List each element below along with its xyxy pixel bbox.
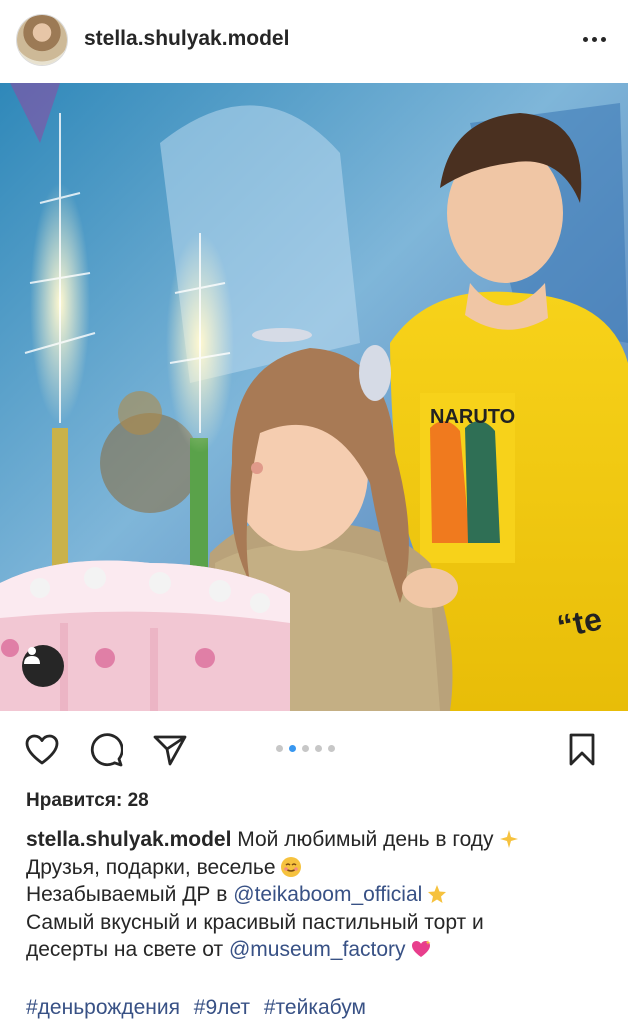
post-photo[interactable]: NARUTO “te (0, 83, 628, 711)
carousel-dot[interactable] (302, 745, 309, 752)
avatar[interactable] (17, 15, 67, 65)
carousel-dot-active[interactable] (289, 745, 296, 752)
caption-line: Незабываемый ДР в @teikaboom_official (26, 881, 616, 909)
heart-icon[interactable] (22, 730, 62, 770)
caption-line: Самый вкусный и красивый пастильный торт… (26, 910, 484, 934)
caption-username[interactable]: stella.shulyak.model (26, 828, 231, 851)
caption-line: stella.shulyak.model Мой любимый день в … (26, 826, 616, 854)
post-username[interactable]: stella.shulyak.model (84, 27, 289, 51)
carousel-dot[interactable] (276, 745, 283, 752)
post-header: stella.shulyak.model (0, 0, 628, 82)
caption-text: Друзья, подарки, веселье (26, 855, 276, 879)
caption-text: Мой любимый день в году (237, 828, 494, 851)
carousel-dot[interactable] (315, 745, 322, 752)
bookmark-icon[interactable] (562, 730, 602, 770)
sparkling-heart-icon (411, 940, 431, 957)
post-caption: stella.shulyak.model Мой любимый день в … (26, 826, 616, 964)
caption-line: десерты на свете от @museum_factory (26, 936, 616, 964)
hashtags: #деньрождения #9лет #тейкабум (26, 996, 374, 1020)
hoodie-print-text: NARUTO (430, 406, 515, 428)
hashtag-link[interactable]: #деньрождения (26, 996, 180, 1019)
hashtag-link[interactable]: #тейкабум (264, 996, 366, 1019)
person-tag-icon[interactable] (22, 645, 64, 687)
photo-illustration: NARUTO “te (0, 83, 628, 711)
carousel-indicator (276, 745, 335, 752)
sparkles-icon (499, 830, 518, 848)
send-icon[interactable] (150, 730, 190, 770)
caption-mention[interactable]: @museum_factory (229, 938, 406, 961)
likes-count[interactable]: Нравится: 28 (26, 790, 149, 812)
glowing-star-icon (428, 885, 447, 903)
more-horizontal-icon[interactable] (578, 26, 610, 52)
caption-line: Друзья, подарки, веселье (26, 854, 616, 882)
carousel-dot[interactable] (328, 745, 335, 752)
smiling-face-icon (280, 856, 301, 877)
caption-text: Незабываемый ДР в (26, 883, 228, 906)
caption-mention[interactable]: @teikaboom_official (233, 883, 422, 906)
caption-text: десерты на свете от (26, 938, 224, 961)
comment-icon[interactable] (86, 730, 126, 770)
hashtag-link[interactable]: #9лет (194, 996, 250, 1019)
post-actions (0, 716, 628, 786)
